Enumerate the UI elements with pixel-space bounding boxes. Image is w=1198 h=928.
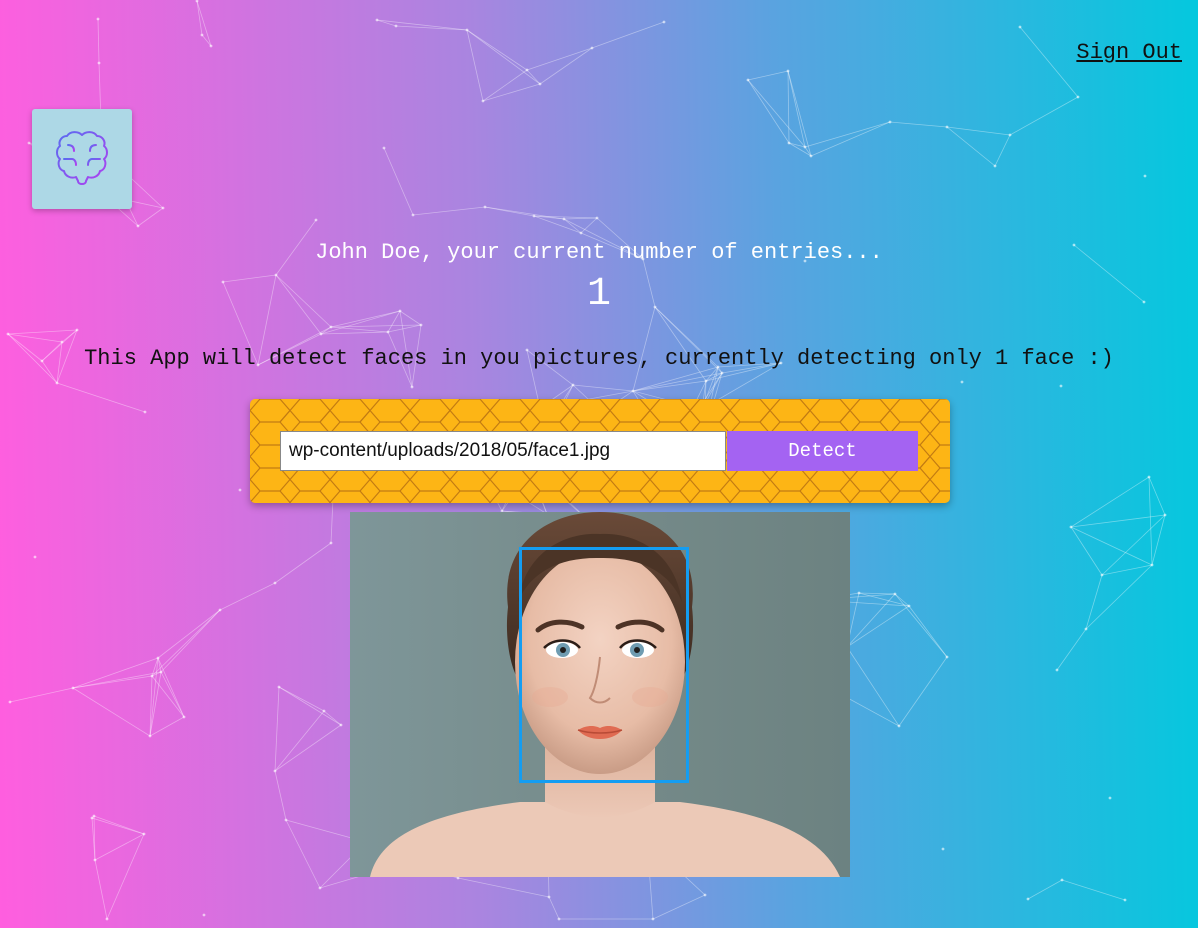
image-link-form: Detect [250,399,950,503]
image-url-input[interactable] [280,431,726,471]
sign-out-link[interactable]: Sign Out [1076,40,1182,65]
face-bounding-box [519,547,689,783]
detect-button[interactable]: Detect [727,431,918,471]
detected-face-image [350,512,850,877]
app-description: This App will detect faces in you pictur… [84,346,1114,371]
entry-count: 1 [586,272,611,317]
rank-greeting: John Doe, your current number of entries… [315,240,883,265]
logo [32,109,132,209]
brain-icon [56,131,108,185]
